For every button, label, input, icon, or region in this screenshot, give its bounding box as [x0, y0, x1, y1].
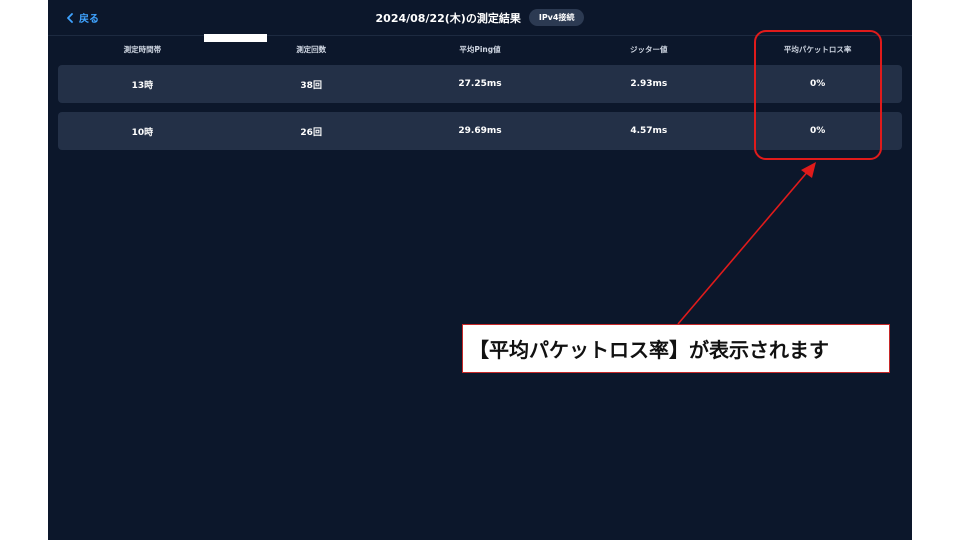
cell-time: 13時 — [131, 80, 154, 91]
page-title: 2024/08/22(木)の測定結果 — [375, 11, 521, 25]
cell-count: 38回 — [300, 80, 322, 91]
column-header-time: 測定時間帯 — [123, 45, 162, 54]
cell-ping: 27.25ms — [458, 79, 502, 89]
annotation-callout: 【平均パケットロス率】が表示されます — [462, 324, 890, 373]
cell-jitter: 2.93ms — [630, 79, 668, 89]
cell-ping: 29.69ms — [458, 126, 502, 136]
cell-jitter: 4.57ms — [630, 126, 668, 136]
title-group: 2024/08/22(木)の測定結果 IPv4接続 — [48, 9, 912, 26]
highlight-box — [754, 30, 882, 160]
column-header-count: 測定回数 — [296, 45, 327, 54]
tab-indicator — [204, 34, 267, 42]
connection-badge: IPv4接続 — [528, 9, 585, 26]
column-header-jitter: ジッター値 — [630, 45, 668, 54]
column-header-ping: 平均Ping値 — [459, 45, 501, 54]
annotation-text: 【平均パケットロス率】が表示されます — [469, 338, 829, 362]
cell-count: 26回 — [300, 127, 322, 138]
cell-time: 10時 — [131, 127, 154, 138]
